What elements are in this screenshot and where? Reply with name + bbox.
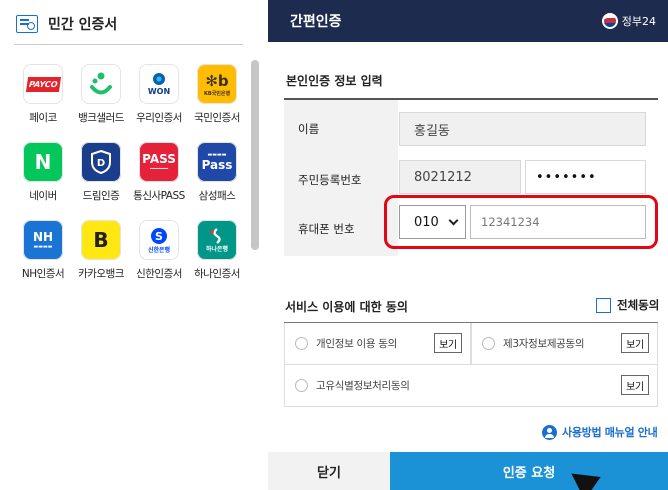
provider-label: 신한인증서 — [136, 268, 182, 280]
view-button[interactable]: 보기 — [434, 333, 462, 353]
rrn-back-field[interactable]: ••••••• — [525, 160, 646, 194]
provider-dream[interactable]: D 드림인증 — [72, 142, 130, 203]
svg-text:S: S — [155, 230, 163, 243]
all-consent-checkbox[interactable]: 전체동의 — [596, 297, 659, 313]
provider-label: 뱅크샐러드 — [78, 112, 124, 124]
provider-label: 우리인증서 — [136, 112, 182, 124]
provider-samsung[interactable]: ▬▬▬▬ Pass 삼성패스 — [188, 142, 246, 203]
name-field[interactable]: 홍길동 — [399, 112, 646, 146]
consent-label: 개인정보 이용 동의 — [316, 338, 397, 350]
hana-logo-icon: 하나은행 — [197, 220, 237, 260]
nh-logo-text: NH — [32, 230, 54, 244]
phone-number-input[interactable]: 12341234 — [470, 205, 646, 239]
provider-label: 통신사PASS — [133, 190, 185, 202]
provider-label: 삼성패스 — [198, 190, 236, 202]
provider-label: 하나인증서 — [194, 268, 240, 280]
provider-naver[interactable]: N 네이버 — [14, 142, 72, 203]
private-cert-panel: 민간 인증서 PAYCO 페이코 뱅크샐러드 WON 우리인증서 ✻b KB국민… — [0, 0, 268, 490]
shinhan-logo-icon: S 신한은행 — [139, 220, 179, 260]
manual-link[interactable]: 사용방법 매뉴얼 안내 — [542, 424, 658, 440]
rrn-label: 주민등록번호 — [284, 158, 398, 202]
radio-icon[interactable] — [482, 337, 495, 350]
radio-icon[interactable] — [295, 379, 308, 392]
samsung-pass-logo-icon: ▬▬▬▬ Pass — [197, 142, 237, 182]
radio-icon[interactable] — [295, 337, 308, 350]
provider-label: 네이버 — [29, 190, 57, 202]
provider-grid: PAYCO 페이코 뱅크샐러드 WON 우리인증서 ✻b KB국민은행 국민인증… — [14, 64, 246, 281]
pass-logo-icon: PASS ━━━━━━ — [139, 142, 179, 182]
provider-pass[interactable]: PASS ━━━━━━ 통신사PASS — [130, 142, 188, 203]
manual-link-label: 사용방법 매뉴얼 안내 — [562, 426, 658, 439]
provider-nh[interactable]: NH ▬▬▬▬ NH인증서 — [14, 220, 72, 281]
payco-logo-icon: PAYCO — [23, 64, 63, 104]
taegeuk-icon — [601, 13, 618, 29]
provider-shinhan[interactable]: S 신한은행 신한인증서 — [130, 220, 188, 281]
consent-item-unique-id[interactable]: 고유식별정보처리동의 보기 — [284, 365, 658, 407]
provider-hana[interactable]: 하나은행 하나인증서 — [188, 220, 246, 281]
topbar: 간편인증 정부24 — [268, 0, 668, 42]
all-consent-label: 전체동의 — [617, 298, 660, 312]
gov24-logo: 정부24 — [601, 13, 656, 29]
pass-logo-text: PASS — [142, 152, 176, 166]
provider-label: 국민인증서 — [194, 112, 240, 124]
view-button[interactable]: 보기 — [621, 333, 649, 353]
info-section-title: 본인인증 정보 입력 — [286, 74, 383, 88]
gov24-label: 정부24 — [621, 15, 656, 28]
provider-kb[interactable]: ✻b KB국민은행 국민인증서 — [188, 64, 246, 125]
banksalad-logo-icon — [81, 64, 121, 104]
consent-item-privacy[interactable]: 개인정보 이용 동의 보기 — [284, 323, 471, 365]
left-title: 민간 인증서 — [48, 17, 118, 33]
kb-logo-text: KB국민은행 — [203, 90, 231, 97]
samsung-pass-logo-text: Pass — [201, 158, 233, 172]
provider-banksalad[interactable]: 뱅크샐러드 — [72, 64, 130, 125]
close-button[interactable]: 닫기 — [268, 452, 390, 490]
phone-prefix-select[interactable]: 010 — [399, 205, 466, 239]
woori-logo-text: WON — [147, 87, 171, 96]
consent-label: 고유식별정보처리동의 — [316, 380, 410, 392]
provider-label: 페이코 — [29, 112, 57, 124]
divider — [14, 44, 243, 45]
left-header: 민간 인증서 — [16, 12, 117, 36]
auth-request-button[interactable]: 인증 요청 — [390, 452, 668, 490]
nh-logo-icon: NH ▬▬▬▬ — [23, 220, 63, 260]
consent-title: 서비스 이용에 대한 동의 — [285, 300, 408, 314]
name-label: 이름 — [284, 100, 398, 158]
phone-prefix-value: 010 — [414, 214, 439, 230]
provider-label: NH인증서 — [21, 268, 65, 280]
provider-label: 드림인증 — [82, 190, 120, 202]
provider-payco[interactable]: PAYCO 페이코 — [14, 64, 72, 125]
provider-label: 카카오뱅크 — [78, 268, 124, 280]
consent-item-third-party[interactable]: 제3자정보제공동의 보기 — [471, 323, 658, 365]
simple-auth-panel: 간편인증 정부24 본인인증 정보 입력 이름 주민등록번호 휴대폰 번호 홍길… — [268, 0, 668, 490]
hana-logo-text: 하나은행 — [205, 245, 229, 253]
dream-shield-icon: D — [81, 142, 121, 182]
checkbox-icon — [596, 297, 611, 313]
provider-woori[interactable]: WON 우리인증서 — [130, 64, 188, 125]
view-button[interactable]: 보기 — [621, 375, 649, 395]
page-title: 간편인증 — [290, 14, 342, 30]
kb-logo-icon: ✻b KB국민은행 — [197, 64, 237, 104]
kakaobank-logo-icon: B — [81, 220, 121, 260]
consent-label: 제3자정보제공동의 — [503, 338, 585, 350]
shinhan-logo-text: 신한은행 — [147, 246, 171, 254]
chevron-down-icon — [448, 215, 459, 225]
svg-text:D: D — [97, 158, 105, 169]
person-icon — [542, 424, 557, 440]
certificate-icon — [16, 15, 38, 33]
payco-logo-text: PAYCO — [25, 76, 61, 92]
woori-logo-icon: WON — [139, 64, 179, 104]
consent-list: 개인정보 이용 동의 보기 제3자정보제공동의 보기 고유식별정보처리동의 보기 — [284, 322, 658, 410]
provider-kakaobank[interactable]: B 카카오뱅크 — [72, 220, 130, 281]
phone-label: 휴대폰 번호 — [284, 202, 398, 256]
scrollbar[interactable] — [251, 60, 259, 250]
rrn-front-field[interactable]: 8021212 — [399, 160, 521, 194]
naver-logo-icon: N — [23, 142, 63, 182]
